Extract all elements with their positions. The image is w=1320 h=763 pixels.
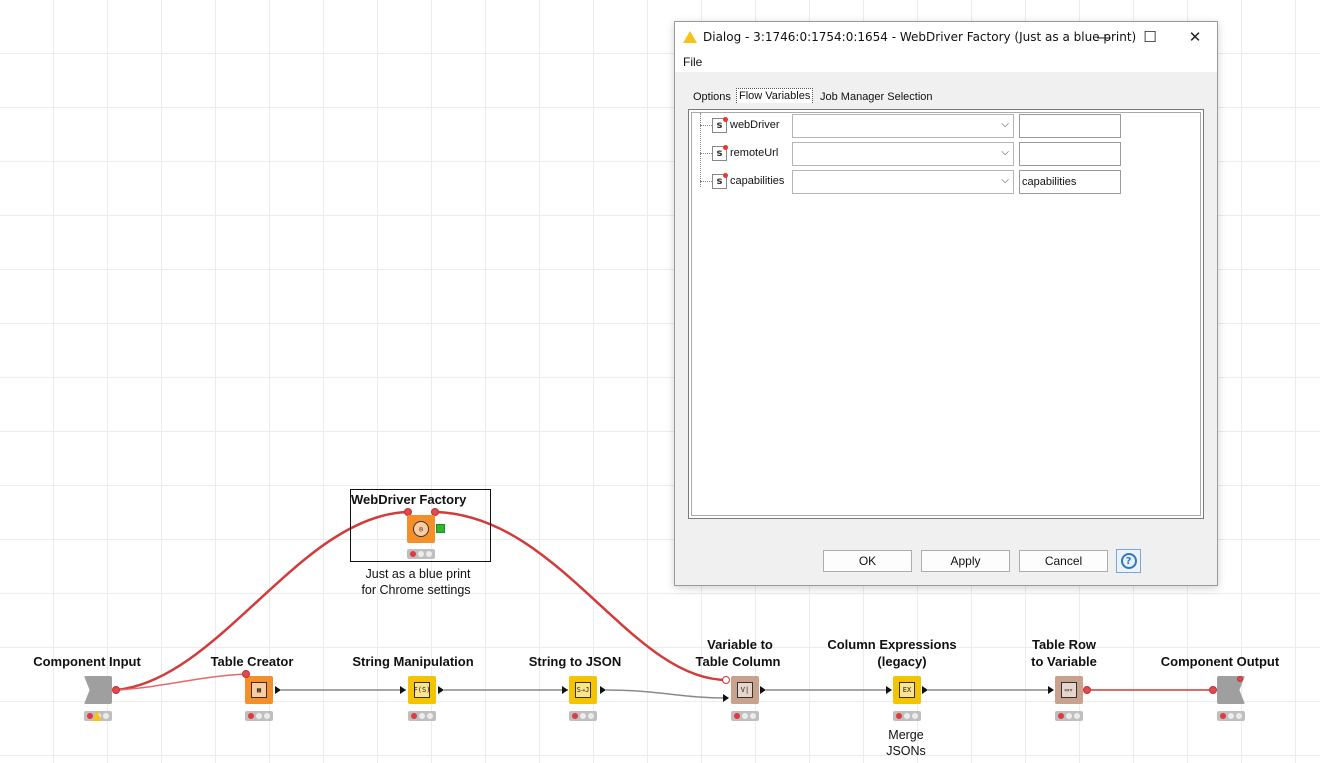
apply-button[interactable]: Apply bbox=[921, 550, 1010, 572]
chevron-down-icon: ⌵ bbox=[1001, 147, 1009, 158]
string-variable-icon: s bbox=[712, 173, 728, 189]
string-manipulation-node[interactable]: F(S) bbox=[408, 676, 436, 704]
node-status-indicator bbox=[408, 711, 436, 721]
formula-icon: F(S) bbox=[414, 682, 430, 698]
tree-branch bbox=[700, 125, 712, 126]
dialog-menubar: File bbox=[675, 52, 1217, 72]
tab-flow-variables[interactable]: Flow Variables bbox=[736, 88, 814, 103]
dialog-titlebar[interactable]: Dialog - 3:1746:0:1754:0:1654 - WebDrive… bbox=[675, 22, 1217, 52]
node-comment-line1: Just as a blue print bbox=[365, 567, 471, 581]
flow-variable-output-field[interactable] bbox=[1019, 114, 1121, 138]
variable-out-marker bbox=[1237, 676, 1243, 682]
node-label-string-to-json: String to JSON bbox=[528, 654, 622, 669]
data-in-port[interactable] bbox=[562, 686, 568, 694]
variable-column-icon: V| bbox=[737, 682, 753, 698]
flow-variable-row-remoteurl: s remoteUrl ⌵ bbox=[692, 142, 1200, 166]
knime-logo-icon bbox=[683, 31, 697, 43]
data-connection[interactable] bbox=[605, 689, 728, 699]
help-icon: ? bbox=[1120, 553, 1137, 569]
data-out-port[interactable] bbox=[438, 686, 444, 694]
node-label-column-expressions-2: (legacy) bbox=[877, 654, 927, 669]
node-label-column-expressions-1: Column Expressions bbox=[827, 637, 957, 652]
node-label-variable-to-table-column-2: Table Column bbox=[695, 654, 781, 669]
menu-file[interactable]: File bbox=[683, 55, 702, 69]
variable-out-port[interactable] bbox=[112, 686, 120, 694]
data-out-port[interactable] bbox=[760, 686, 766, 694]
minimize-button[interactable]: — bbox=[1081, 22, 1127, 52]
close-button[interactable]: ✕ bbox=[1172, 22, 1218, 52]
node-label-string-manipulation: String Manipulation bbox=[352, 654, 474, 669]
node-label-table-row-to-variable-1: Table Row bbox=[1031, 637, 1097, 652]
node-status-indicator bbox=[245, 711, 273, 721]
variable-out-port[interactable] bbox=[1083, 686, 1091, 694]
string-variable-icon: s bbox=[712, 145, 728, 161]
tab-job-manager-selection[interactable]: Job Manager Selection bbox=[818, 90, 935, 104]
variable-in-port[interactable] bbox=[242, 670, 250, 678]
webdriver-icon: ◎ bbox=[413, 521, 429, 537]
tree-branch bbox=[700, 153, 712, 154]
help-button[interactable]: ? bbox=[1116, 549, 1141, 573]
node-label-webdriver-factory: WebDriver Factory bbox=[351, 492, 467, 507]
node-configuration-dialog: Dialog - 3:1746:0:1754:0:1654 - WebDrive… bbox=[674, 21, 1218, 586]
chevron-down-icon: ⌵ bbox=[1001, 119, 1009, 130]
flow-variable-output-field[interactable] bbox=[1019, 142, 1121, 166]
flow-variables-tree: s webDriver ⌵ s remoteUrl ⌵ s capabiliti… bbox=[691, 112, 1201, 516]
node-comment-line2: for Chrome settings bbox=[361, 583, 471, 597]
flow-variable-name: capabilities bbox=[730, 175, 785, 187]
maximize-button[interactable]: ☐ bbox=[1127, 22, 1173, 52]
expression-icon: EX bbox=[899, 682, 915, 698]
flow-variables-panel: s webDriver ⌵ s remoteUrl ⌵ s capabiliti… bbox=[688, 109, 1204, 519]
flow-variable-name: webDriver bbox=[730, 119, 780, 131]
data-out-port[interactable] bbox=[600, 686, 606, 694]
table-icon: ▦ bbox=[251, 682, 267, 698]
node-label-component-input: Component Input bbox=[33, 654, 141, 669]
ok-button[interactable]: OK bbox=[823, 550, 912, 572]
flow-variable-output-field[interactable]: capabilities bbox=[1019, 170, 1121, 194]
node-comment-line1: Merge bbox=[888, 728, 924, 742]
node-status-indicator bbox=[1217, 711, 1245, 721]
dialog-title: Dialog - 3:1746:0:1754:0:1654 - WebDrive… bbox=[703, 30, 1137, 44]
node-comment-line2: JSONs bbox=[886, 744, 926, 758]
data-in-port[interactable] bbox=[886, 686, 892, 694]
data-in-port[interactable] bbox=[1048, 686, 1054, 694]
tab-options[interactable]: Options bbox=[691, 90, 733, 104]
column-expressions-node[interactable]: EX bbox=[893, 676, 921, 704]
table-creator-node[interactable]: ▦ bbox=[245, 676, 273, 704]
data-out-port[interactable] bbox=[922, 686, 928, 694]
data-out-port[interactable] bbox=[275, 686, 281, 694]
string-variable-icon: s bbox=[712, 117, 728, 133]
node-status-indicator bbox=[569, 711, 597, 721]
flow-variable-dropdown[interactable]: ⌵ bbox=[792, 142, 1014, 166]
data-in-port[interactable] bbox=[400, 686, 406, 694]
flow-variable-dropdown[interactable]: ⌵ bbox=[792, 170, 1014, 194]
flow-variable-row-webdriver: s webDriver ⌵ bbox=[692, 114, 1200, 138]
json-convert-icon: S⇢J bbox=[575, 682, 591, 698]
webdriver-factory-node[interactable]: ◎ bbox=[407, 515, 435, 543]
row-to-variable-icon: ▭▿ bbox=[1061, 682, 1077, 698]
node-status-indicator bbox=[893, 711, 921, 721]
node-label-table-row-to-variable-2: to Variable bbox=[1031, 654, 1097, 669]
warning-icon bbox=[92, 711, 102, 721]
node-label-component-output: Component Output bbox=[1160, 654, 1280, 669]
tree-branch bbox=[700, 181, 712, 182]
node-status-indicator bbox=[407, 549, 435, 559]
flow-variable-row-capabilities: s capabilities ⌵ capabilities bbox=[692, 170, 1200, 194]
cancel-button[interactable]: Cancel bbox=[1019, 550, 1108, 572]
data-in-port[interactable] bbox=[723, 694, 729, 702]
flow-variable-name: remoteUrl bbox=[730, 147, 779, 159]
table-row-to-variable-node[interactable]: ▭▿ bbox=[1055, 676, 1083, 704]
variable-in-port[interactable] bbox=[722, 676, 730, 684]
webdriver-out-port[interactable] bbox=[436, 524, 445, 533]
node-label-table-creator: Table Creator bbox=[210, 654, 294, 669]
variable-in-port[interactable] bbox=[1209, 686, 1217, 694]
string-to-json-node[interactable]: S⇢J bbox=[569, 676, 597, 704]
chevron-down-icon: ⌵ bbox=[1001, 175, 1009, 186]
variable-connection[interactable] bbox=[115, 673, 247, 691]
variable-to-table-column-node[interactable]: V| bbox=[731, 676, 759, 704]
node-status-indicator bbox=[1055, 711, 1083, 721]
node-status-indicator bbox=[731, 711, 759, 721]
flow-variable-dropdown[interactable]: ⌵ bbox=[792, 114, 1014, 138]
